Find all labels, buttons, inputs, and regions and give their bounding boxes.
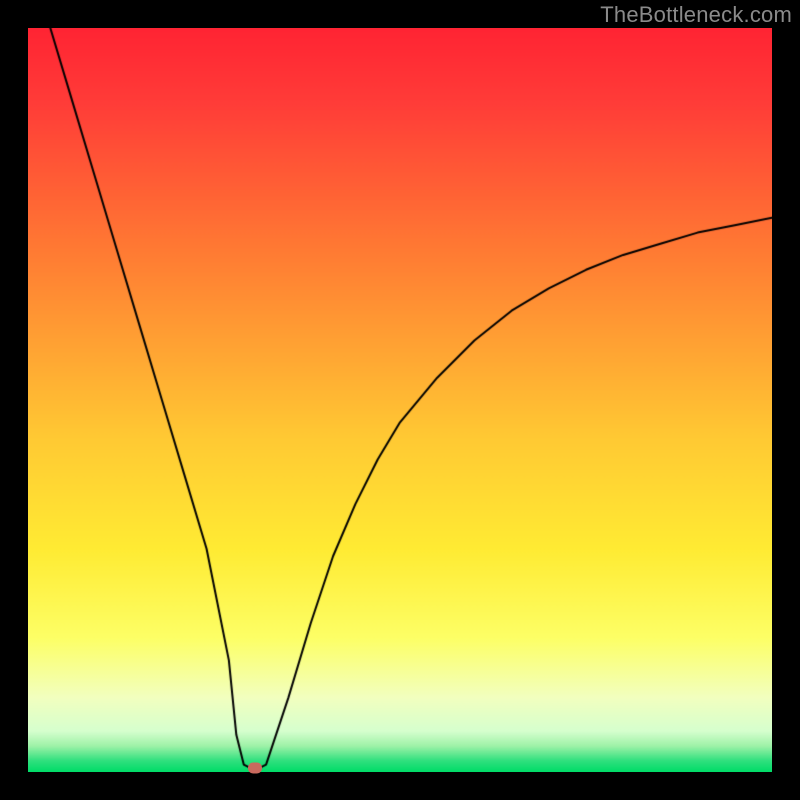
- bottleneck-curve: [28, 28, 772, 772]
- watermark-text: TheBottleneck.com: [600, 2, 792, 28]
- optimal-point-marker: [248, 763, 262, 774]
- plot-area: [28, 28, 772, 772]
